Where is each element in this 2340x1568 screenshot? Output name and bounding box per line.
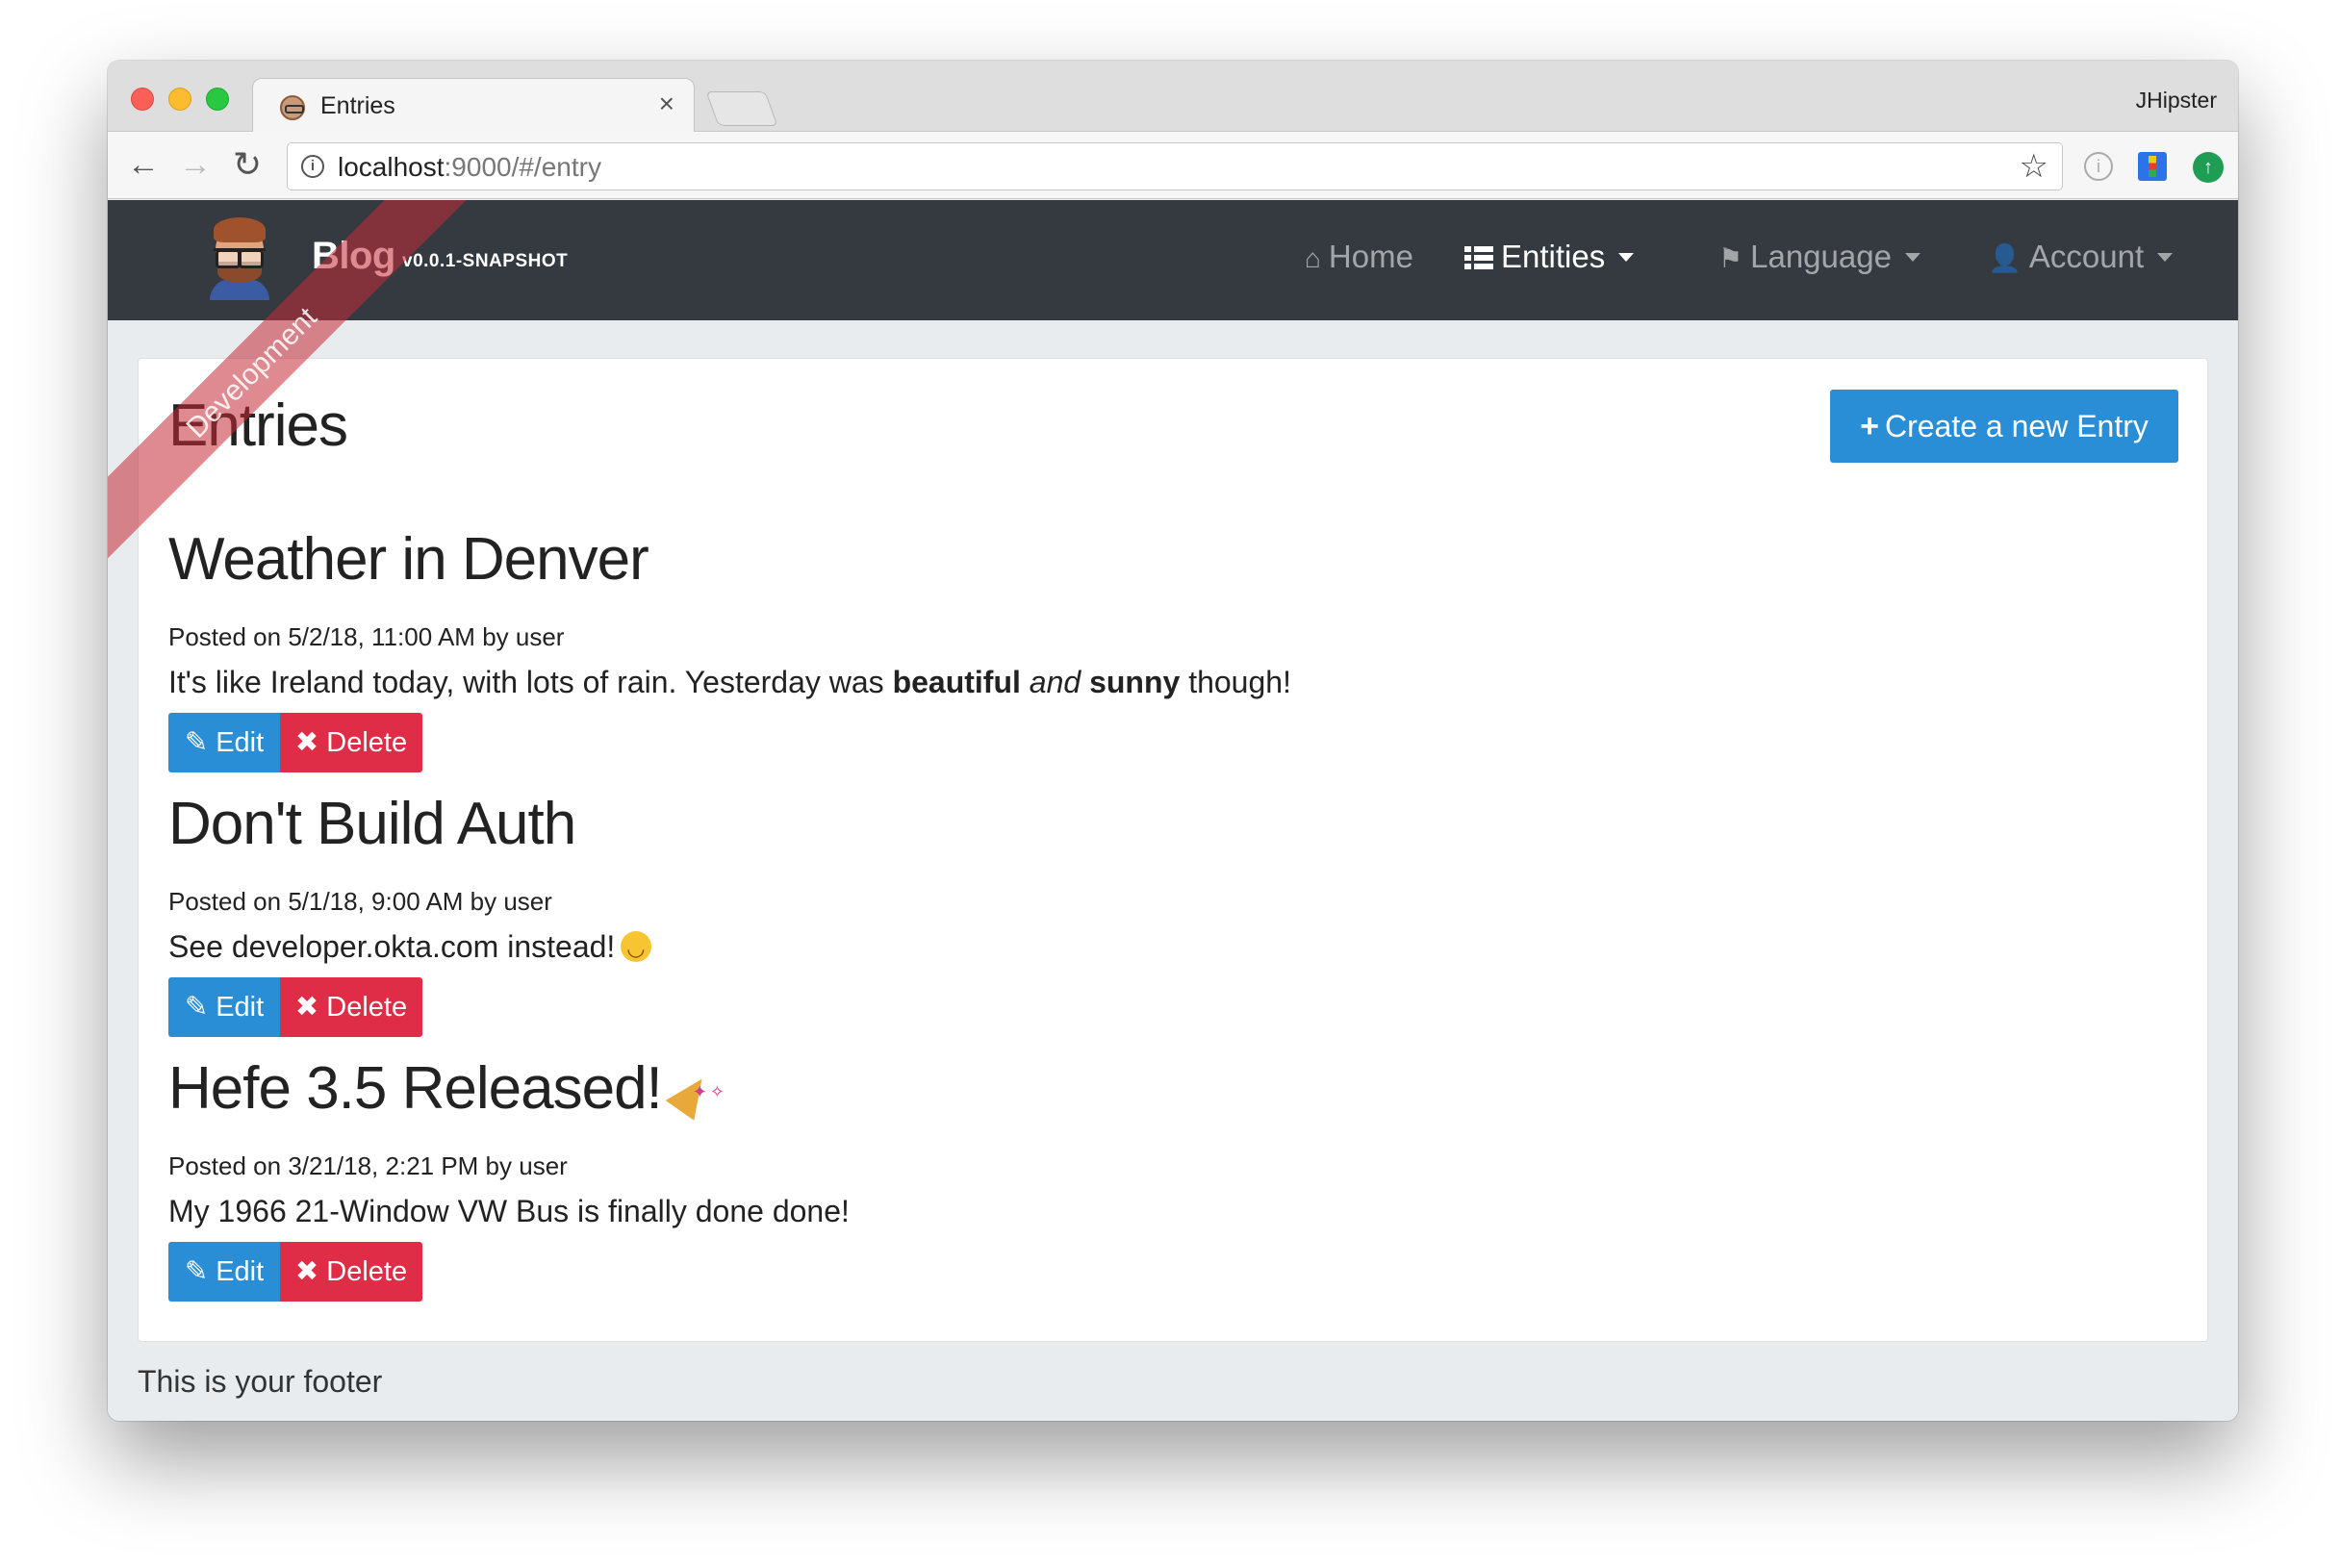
- entry-body: My 1966 21-Window VW Bus is finally done…: [168, 1194, 850, 1228]
- browser-toolbar: ← → ↻ i localhost:9000/#/entry ☆ i ↑: [108, 132, 2238, 199]
- page-title: Entries: [168, 392, 348, 459]
- url-host: localhost: [338, 152, 445, 182]
- favicon-icon: [280, 95, 305, 120]
- chevron-down-icon: [1904, 253, 1920, 262]
- entry-actions: ✎ Edit ✖ Delete: [168, 713, 1900, 772]
- site-info-icon[interactable]: i: [301, 155, 324, 178]
- minimize-window-button[interactable]: [168, 88, 191, 111]
- nav-account-label: Account: [2028, 239, 2145, 274]
- entry-body-text: though!: [1180, 665, 1291, 699]
- brand-version: v0.0.1-SNAPSHOT: [402, 251, 569, 271]
- entry-title[interactable]: Don't Build Auth: [168, 785, 1900, 864]
- browser-window: Entries × JHipster ← → ↻ i localhost:900…: [108, 61, 2238, 1421]
- edit-label: Edit: [216, 1256, 265, 1287]
- delete-button[interactable]: ✖ Delete: [280, 713, 422, 772]
- entry-meta: Posted on 3/21/18, 2:21 PM by user: [168, 1151, 568, 1180]
- list-icon: [1464, 245, 1493, 270]
- entry-body-bold: beautiful: [892, 665, 1021, 699]
- delete-label: Delete: [326, 727, 408, 758]
- create-entry-button[interactable]: + Create a new Entry: [1830, 390, 2178, 463]
- entry-body-space: [1021, 665, 1030, 699]
- nav-entities-label: Entities: [1501, 239, 1606, 274]
- app-navbar: Blog v0.0.1-SNAPSHOT ⌂ Home Entities ⚑ Lan…: [108, 200, 2238, 320]
- entry-title[interactable]: Hefe 3.5 Released!: [168, 1050, 1900, 1131]
- pencil-icon: ✎: [184, 1256, 209, 1287]
- entry-actions: ✎ Edit ✖ Delete: [168, 1242, 1900, 1302]
- entry-body: It's like Ireland today, with lots of ra…: [168, 663, 1900, 701]
- entry-body-text: See developer.okta.com instead!: [168, 929, 616, 964]
- back-arrow-icon[interactable]: ←: [127, 145, 160, 184]
- delete-label: Delete: [326, 1256, 408, 1287]
- entry-body-bold: sunny: [1089, 665, 1181, 699]
- bookmark-star-icon[interactable]: ☆: [2020, 147, 2048, 186]
- close-window-button[interactable]: [131, 88, 154, 111]
- nav-home-label: Home: [1328, 239, 1413, 274]
- pencil-icon: ✎: [184, 727, 209, 758]
- x-icon: ✖: [294, 992, 319, 1023]
- entry-body-space: [1081, 665, 1089, 699]
- jhipster-logo-icon[interactable]: [206, 215, 275, 300]
- entry-actions: ✎ Edit ✖ Delete: [168, 977, 1900, 1037]
- entry-body: See developer.okta.com instead!: [168, 927, 1900, 968]
- brand-name[interactable]: Blog: [312, 235, 395, 278]
- entry-meta: Posted on 5/1/18, 9:00 AM by user: [168, 887, 552, 916]
- delete-button[interactable]: ✖ Delete: [280, 1242, 422, 1302]
- pencil-icon: ✎: [184, 992, 209, 1023]
- nav-language-label: Language: [1750, 239, 1892, 274]
- address-bar[interactable]: i localhost:9000/#/entry ☆: [287, 142, 2063, 190]
- party-popper-icon: [668, 1052, 727, 1131]
- nav-home[interactable]: ⌂ Home: [1305, 239, 1413, 275]
- flag-icon: ⚑: [1718, 243, 1743, 273]
- delete-button[interactable]: ✖ Delete: [280, 977, 422, 1037]
- url-path: :9000/#/entry: [444, 152, 601, 182]
- nav-entities[interactable]: Entities: [1464, 239, 1635, 275]
- plus-icon: +: [1860, 408, 1879, 444]
- title-bar: Entries × JHipster: [108, 61, 2238, 133]
- entry-item: Weather in Denver Posted on 5/2/18, 11:0…: [168, 520, 1900, 772]
- create-entry-label: Create a new Entry: [1884, 409, 2149, 443]
- maximize-window-button[interactable]: [206, 88, 229, 111]
- edit-button[interactable]: ✎ Edit: [168, 1242, 280, 1302]
- entry-item: Hefe 3.5 Released! Posted on 3/21/18, 2:…: [168, 1050, 1900, 1302]
- entries-card: Entries + Create a new Entry Weather in D…: [138, 358, 2208, 1342]
- edit-label: Edit: [216, 992, 265, 1023]
- x-icon: ✖: [294, 727, 319, 758]
- browser-tab[interactable]: Entries ×: [252, 78, 695, 133]
- profile-name[interactable]: JHipster: [2136, 88, 2217, 114]
- url-text[interactable]: localhost:9000/#/entry: [338, 152, 601, 183]
- extension-info-icon[interactable]: i: [2084, 152, 2113, 181]
- delete-label: Delete: [326, 992, 408, 1023]
- entry-body-text: It's like Ireland today, with lots of ra…: [168, 665, 893, 699]
- edit-label: Edit: [216, 727, 265, 758]
- edit-button[interactable]: ✎ Edit: [168, 713, 280, 772]
- entry-title-text: Hefe 3.5 Released!: [168, 1055, 663, 1122]
- user-icon: 👤: [1988, 243, 2022, 273]
- entry-meta: Posted on 5/2/18, 11:00 AM by user: [168, 622, 565, 651]
- tab-close-icon[interactable]: ×: [659, 89, 674, 118]
- nav-account[interactable]: 👤 Account: [1988, 239, 2174, 275]
- page-footer: This is your footer: [138, 1364, 383, 1399]
- new-tab-button[interactable]: [705, 91, 778, 126]
- tab-title: Entries: [320, 92, 395, 119]
- extension-ruler-icon[interactable]: [2138, 152, 2167, 181]
- chevron-down-icon: [2157, 253, 2174, 262]
- x-icon: ✖: [294, 1256, 319, 1287]
- reload-icon[interactable]: ↻: [233, 145, 262, 184]
- chevron-down-icon: [1618, 253, 1635, 262]
- entry-body-italic: and: [1029, 665, 1081, 699]
- entry-item: Don't Build Auth Posted on 5/1/18, 9:00 …: [168, 785, 1900, 1037]
- smiling-face-icon: [621, 929, 652, 968]
- nav-language[interactable]: ⚑ Language: [1718, 239, 1920, 275]
- entry-title[interactable]: Weather in Denver: [168, 520, 1900, 599]
- page-viewport: Blog v0.0.1-SNAPSHOT ⌂ Home Entities ⚑ Lan…: [108, 200, 2238, 1421]
- forward-arrow-icon[interactable]: →: [179, 145, 212, 184]
- extension-upload-icon[interactable]: ↑: [2193, 152, 2224, 183]
- edit-button[interactable]: ✎ Edit: [168, 977, 280, 1037]
- home-icon: ⌂: [1305, 243, 1321, 273]
